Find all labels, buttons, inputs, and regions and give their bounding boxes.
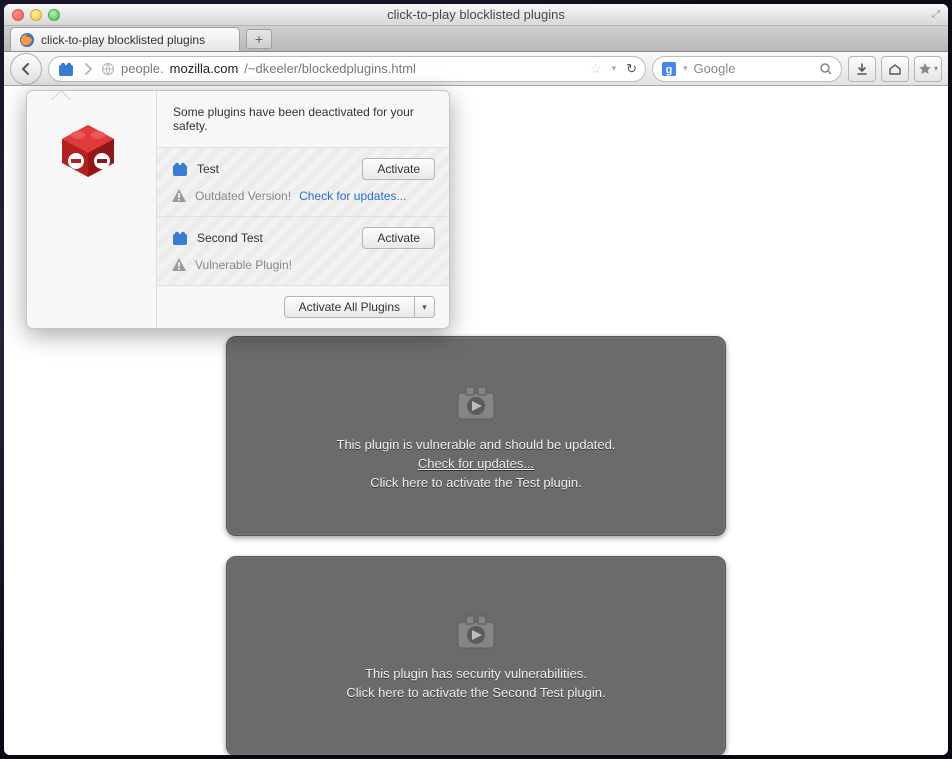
doorhanger-plugin-item-2: Second Test Activate Vulnerable Plugin! bbox=[157, 217, 449, 286]
tab-strip: click-to-play blocklisted plugins + bbox=[4, 26, 948, 52]
close-window-button[interactable] bbox=[12, 9, 24, 21]
firefox-icon bbox=[19, 32, 35, 48]
doorhanger-icon-pane bbox=[27, 91, 157, 328]
plugin-doorhanger: Some plugins have been deactivated for y… bbox=[26, 90, 450, 329]
plugin-message-line2: Click here to activate the Test plugin. bbox=[370, 475, 582, 490]
activate-button[interactable]: Activate bbox=[362, 227, 435, 249]
back-arrow-icon bbox=[19, 62, 33, 76]
dropdown-caret-icon[interactable]: ▾ bbox=[612, 63, 617, 74]
plugin-status: Vulnerable Plugin! bbox=[195, 258, 292, 272]
lego-icon bbox=[171, 229, 189, 247]
search-placeholder: Google bbox=[694, 61, 736, 76]
warning-icon bbox=[171, 188, 187, 204]
search-box[interactable]: g ▾ Google bbox=[652, 56, 842, 82]
forward-arrow-icon bbox=[81, 62, 95, 76]
plugin-message-line2: Click here to activate the Second Test p… bbox=[346, 685, 605, 700]
plugin-update-link[interactable]: Check for updates... bbox=[418, 456, 534, 471]
home-button[interactable] bbox=[881, 56, 909, 82]
doorhanger-plugin-item-1: Test Activate Outdated Version! Check fo… bbox=[157, 148, 449, 217]
plugin-name: Test bbox=[197, 162, 219, 176]
navigation-toolbar: people. mozilla.com /~dkeeler/blockedplugi… bbox=[4, 52, 948, 86]
download-arrow-icon bbox=[855, 62, 869, 76]
red-lego-plugin-icon bbox=[56, 111, 128, 183]
reload-icon[interactable]: ↻ bbox=[626, 61, 637, 77]
zoom-window-button[interactable] bbox=[48, 9, 60, 21]
plugin-status: Outdated Version! bbox=[195, 189, 291, 203]
doorhanger-header: Some plugins have been deactivated for y… bbox=[157, 91, 449, 148]
activate-all-button[interactable]: Activate All Plugins bbox=[284, 296, 415, 318]
url-host: mozilla.com bbox=[170, 61, 239, 76]
blocked-plugin-icon bbox=[452, 383, 500, 423]
activate-button[interactable]: Activate bbox=[362, 158, 435, 180]
bookmarks-star-icon bbox=[918, 62, 932, 76]
tab-label: click-to-play blocklisted plugins bbox=[41, 33, 205, 47]
home-icon bbox=[888, 62, 902, 76]
minimize-window-button[interactable] bbox=[30, 9, 42, 21]
check-updates-link[interactable]: Check for updates... bbox=[299, 189, 406, 203]
back-button[interactable] bbox=[10, 53, 42, 85]
google-icon: g bbox=[661, 61, 677, 77]
plugin-placeholder-2[interactable]: This plugin has security vulnerabilities… bbox=[226, 556, 726, 755]
plugin-message-line1: This plugin is vulnerable and should be … bbox=[337, 437, 616, 452]
bookmarks-menu-button[interactable]: ▾ bbox=[914, 56, 942, 82]
window-title: click-to-play blocklisted plugins bbox=[4, 7, 948, 22]
bookmark-star-icon[interactable]: ☆ bbox=[590, 61, 602, 77]
plugin-placeholder-1[interactable]: This plugin is vulnerable and should be … bbox=[226, 336, 726, 536]
window-controls bbox=[12, 9, 60, 21]
resize-icon: ⤢ bbox=[932, 9, 940, 20]
doorhanger-footer: Activate All Plugins ▾ bbox=[157, 286, 449, 328]
lego-icon bbox=[171, 160, 189, 178]
chevron-down-icon: ▾ bbox=[422, 302, 427, 313]
svg-text:g: g bbox=[666, 64, 673, 76]
globe-icon bbox=[101, 62, 115, 76]
blocked-plugin-icon bbox=[452, 612, 500, 652]
activate-all-dropdown[interactable]: ▾ bbox=[415, 296, 435, 318]
search-engine-caret-icon[interactable]: ▾ bbox=[683, 63, 688, 74]
warning-icon bbox=[171, 257, 187, 273]
plugin-name: Second Test bbox=[197, 231, 263, 245]
plugin-message-line1: This plugin has security vulnerabilities… bbox=[365, 666, 587, 681]
search-icon[interactable] bbox=[819, 62, 833, 76]
new-tab-button[interactable]: + bbox=[246, 29, 272, 49]
url-path: /~dkeeler/blockedplugins.html bbox=[244, 61, 416, 76]
url-bar[interactable]: people. mozilla.com /~dkeeler/blockedplugi… bbox=[48, 56, 646, 82]
tab-active[interactable]: click-to-play blocklisted plugins bbox=[10, 27, 240, 51]
plugin-notification-icon[interactable] bbox=[57, 60, 75, 78]
downloads-button[interactable] bbox=[848, 56, 876, 82]
titlebar: click-to-play blocklisted plugins ⤢ bbox=[4, 4, 948, 26]
url-prefix: people. bbox=[121, 61, 164, 76]
